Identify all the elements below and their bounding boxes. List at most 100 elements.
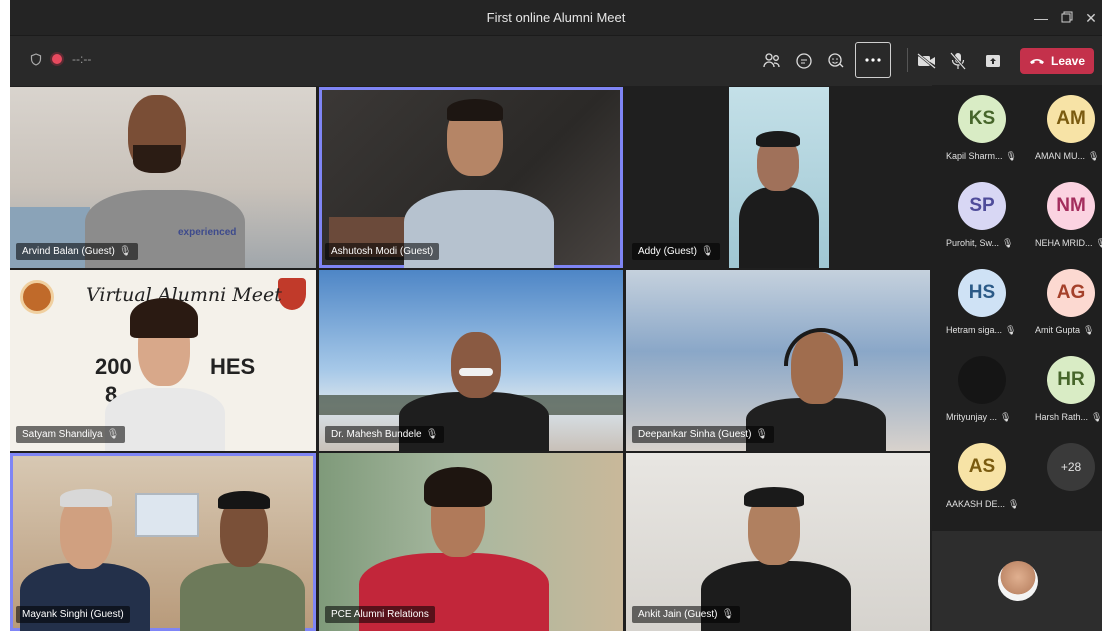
- participant-name: Ashutosh Modi (Guest): [331, 246, 434, 257]
- avatar: KS: [958, 95, 1006, 143]
- video-tile-mahesh[interactable]: Dr. Mahesh Bundele 🎙: [319, 270, 623, 451]
- avatar: [958, 356, 1006, 404]
- mic-off-icon: 🎙: [1095, 238, 1102, 248]
- college-logo-left: [20, 280, 54, 314]
- shirt-logo: experienced: [178, 227, 237, 238]
- roster-item[interactable]: AM AMAN MU... 🎙: [1033, 95, 1102, 175]
- mic-off-icon: 🎙: [106, 429, 120, 440]
- roster-item[interactable]: NM NEHA MRID... 🎙: [1033, 182, 1102, 262]
- roster-name: Hetram siga...: [946, 325, 1003, 335]
- participant-name: Dr. Mahesh Bundele: [331, 429, 422, 440]
- mic-off-icon: 🎙: [1000, 412, 1012, 422]
- video-tile-ashutosh[interactable]: Ashutosh Modi (Guest): [319, 87, 623, 268]
- roster-item[interactable]: KS Kapil Sharm... 🎙: [944, 95, 1024, 175]
- banner-line-1: 200: [95, 354, 132, 379]
- participant-name: Addy (Guest): [638, 246, 697, 257]
- participant-name: Mayank Singhi (Guest): [22, 609, 124, 620]
- participant-video: [626, 270, 930, 451]
- avatar: AM: [1047, 95, 1095, 143]
- avatar: AS: [958, 443, 1006, 491]
- roster-item[interactable]: HS Hetram siga... 🎙: [944, 269, 1024, 349]
- more-participants-button[interactable]: +28: [1033, 443, 1102, 523]
- participant-video: Virtual Alumni Meet 200 HES 8: [10, 270, 316, 451]
- participant-name-tag: Satyam Shandilya 🎙: [16, 426, 126, 443]
- participant-name-tag: Arvind Balan (Guest) 🎙: [16, 243, 138, 260]
- self-view[interactable]: [932, 531, 1102, 631]
- mic-off-icon: 🎙: [1002, 238, 1014, 248]
- avatar: +28: [1047, 443, 1095, 491]
- roster-name: Harsh Rath...: [1035, 412, 1089, 422]
- mic-off-icon[interactable]: [943, 46, 973, 76]
- participant-name-tag: Mayank Singhi (Guest): [16, 606, 130, 623]
- avatar: HR: [1047, 356, 1095, 404]
- roster-name: Amit Gupta: [1035, 325, 1081, 335]
- roster-item[interactable]: AS AAKASH DE... 🎙: [944, 443, 1024, 523]
- participant-video: [319, 453, 623, 631]
- roster-name-row: Amit Gupta 🎙: [1035, 325, 1094, 336]
- video-tile-satyam[interactable]: Virtual Alumni Meet 200 HES 8 Satyam Sha…: [10, 270, 316, 451]
- roster-name: AAKASH DE...: [946, 499, 1006, 509]
- roster-name: Purohit, Sw...: [946, 238, 1000, 248]
- avatar: HS: [958, 269, 1006, 317]
- mic-off-icon: 🎙: [1088, 151, 1100, 161]
- participant-name: Deepankar Sinha (Guest): [638, 429, 752, 440]
- video-tile-ankit[interactable]: Ankit Jain (Guest) 🎙: [626, 453, 930, 631]
- chat-icon[interactable]: [789, 46, 819, 76]
- video-tile-pce[interactable]: PCE Alumni Relations: [319, 453, 623, 631]
- mic-off-icon: 🎙: [721, 609, 735, 620]
- video-tile-arvind[interactable]: experienced Arvind Balan (Guest) 🎙: [10, 87, 316, 268]
- participant-name-tag: Addy (Guest) 🎙: [632, 243, 720, 260]
- leave-button[interactable]: Leave: [1020, 48, 1094, 74]
- participant-video: [626, 453, 930, 631]
- roster-name-row: NEHA MRID... 🎙: [1035, 238, 1102, 249]
- participant-name: Arvind Balan (Guest): [22, 246, 115, 257]
- people-icon[interactable]: [757, 46, 787, 76]
- shield-icon: [30, 52, 42, 66]
- phone-icon: [1029, 59, 1044, 64]
- share-icon[interactable]: [978, 46, 1008, 76]
- roster-name-row: AMAN MU... 🎙: [1035, 151, 1099, 162]
- minimize-icon[interactable]: —: [1032, 9, 1050, 27]
- participant-roster: KS Kapil Sharm... 🎙 AM AMAN MU... 🎙 SP Purohit,…: [932, 85, 1102, 529]
- participant-name: Ankit Jain (Guest): [638, 609, 718, 620]
- participant-name-tag: Ashutosh Modi (Guest): [325, 243, 440, 260]
- roster-name: NEHA MRID...: [1035, 238, 1093, 248]
- participant-video: [10, 453, 316, 631]
- participant-name-tag: Ankit Jain (Guest) 🎙: [632, 606, 741, 623]
- participant-video: [729, 87, 829, 268]
- roster-item[interactable]: SP Purohit, Sw... 🎙: [944, 182, 1024, 262]
- close-icon[interactable]: ✕: [1082, 9, 1100, 27]
- mic-off-icon: 🎙: [1005, 151, 1017, 161]
- mic-off-icon: 🎙: [118, 246, 132, 257]
- reactions-icon[interactable]: [821, 46, 851, 76]
- participant-video: [319, 270, 623, 451]
- roster-item[interactable]: AG Amit Gupta 🎙: [1033, 269, 1102, 349]
- college-logo-right: [278, 278, 306, 310]
- mic-off-icon: 🎙: [425, 429, 439, 440]
- mic-off-icon: 🎙: [1008, 499, 1020, 509]
- mic-off-icon: 🎙: [700, 246, 714, 257]
- mic-off-icon: 🎙: [755, 429, 769, 440]
- avatar: NM: [1047, 182, 1095, 230]
- roster-name: Kapil Sharm...: [946, 151, 1003, 161]
- leave-label: Leave: [1050, 54, 1086, 68]
- meeting-status: --:--: [30, 52, 91, 66]
- more-icon[interactable]: [855, 42, 891, 78]
- participant-name: Satyam Shandilya: [22, 429, 103, 440]
- participant-name-tag: Deepankar Sinha (Guest) 🎙: [632, 426, 775, 443]
- meeting-timer: --:--: [72, 52, 92, 66]
- window-title: First online Alumni Meet: [486, 10, 626, 25]
- mic-off-icon: 🎙: [1083, 325, 1095, 335]
- roster-name-row: Harsh Rath... 🎙: [1035, 412, 1102, 423]
- roster-item[interactable]: HR Harsh Rath... 🎙: [1033, 356, 1102, 436]
- teams-meeting-window: First online Alumni Meet — ✕ --:-- Leave…: [10, 0, 1102, 631]
- video-tile-mayank[interactable]: Mayank Singhi (Guest): [10, 453, 316, 631]
- meeting-toolbar: --:-- Leave: [10, 35, 1102, 86]
- camera-off-icon[interactable]: [912, 46, 942, 76]
- video-tile-deepankar[interactable]: Deepankar Sinha (Guest) 🎙: [626, 270, 930, 451]
- roster-item[interactable]: Mrityunjay ... 🎙: [944, 356, 1024, 436]
- roster-name-row: AAKASH DE... 🎙: [946, 499, 1019, 510]
- video-tile-addy[interactable]: Addy (Guest) 🎙: [626, 87, 930, 268]
- avatar: AG: [1047, 269, 1095, 317]
- maximize-icon[interactable]: [1058, 9, 1076, 27]
